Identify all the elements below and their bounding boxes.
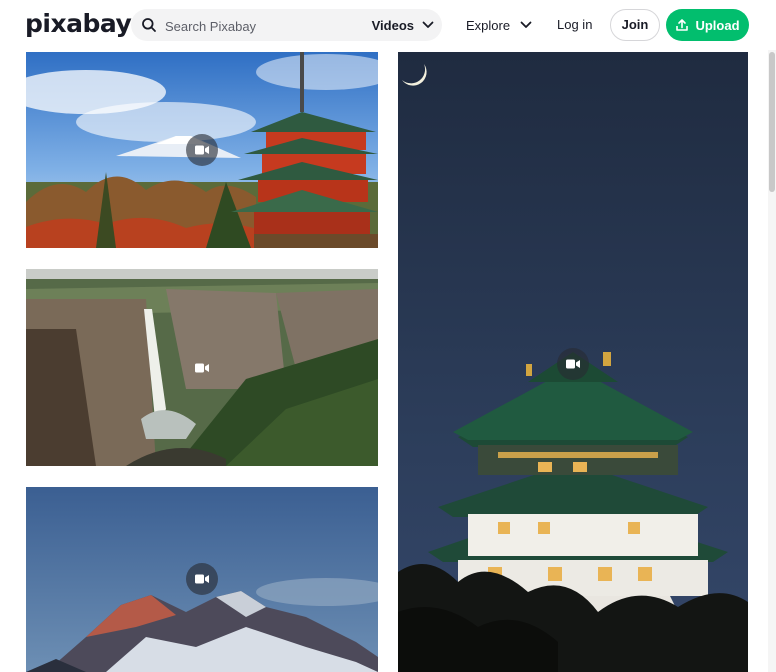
top-navigation-bar: pixabay Videos Explore Log in Join Uploa…	[0, 0, 776, 50]
search-icon	[142, 18, 156, 32]
chevron-down-icon	[422, 21, 434, 28]
media-type-dropdown[interactable]: Videos	[372, 9, 434, 41]
video-tile-pagoda[interactable]	[26, 52, 378, 248]
pixabay-logo[interactable]: pixabay	[25, 9, 132, 39]
video-camera-icon	[566, 359, 580, 369]
video-tile-castle[interactable]	[398, 52, 748, 672]
chevron-down-icon	[520, 21, 532, 28]
video-camera-icon	[195, 574, 209, 584]
upload-button[interactable]: Upload	[666, 9, 749, 41]
page-scrollbar[interactable]	[768, 50, 776, 672]
video-tile-mountain[interactable]	[26, 487, 378, 672]
explore-label: Explore	[466, 17, 511, 33]
upload-label: Upload	[695, 17, 740, 33]
explore-menu[interactable]: Explore	[466, 9, 532, 41]
video-badge	[186, 134, 218, 166]
upload-icon	[676, 19, 689, 31]
video-camera-icon	[195, 363, 209, 373]
video-badge	[186, 563, 218, 595]
video-badge	[557, 348, 589, 380]
media-type-label: Videos	[371, 17, 414, 33]
search-bar: Videos	[131, 9, 442, 41]
search-input[interactable]	[163, 14, 357, 38]
login-link[interactable]: Log in	[557, 9, 592, 41]
video-badge	[186, 352, 218, 384]
video-tile-waterfall[interactable]	[26, 269, 378, 466]
join-button[interactable]: Join	[610, 9, 660, 41]
scrollbar-thumb[interactable]	[769, 52, 775, 192]
video-camera-icon	[195, 145, 209, 155]
